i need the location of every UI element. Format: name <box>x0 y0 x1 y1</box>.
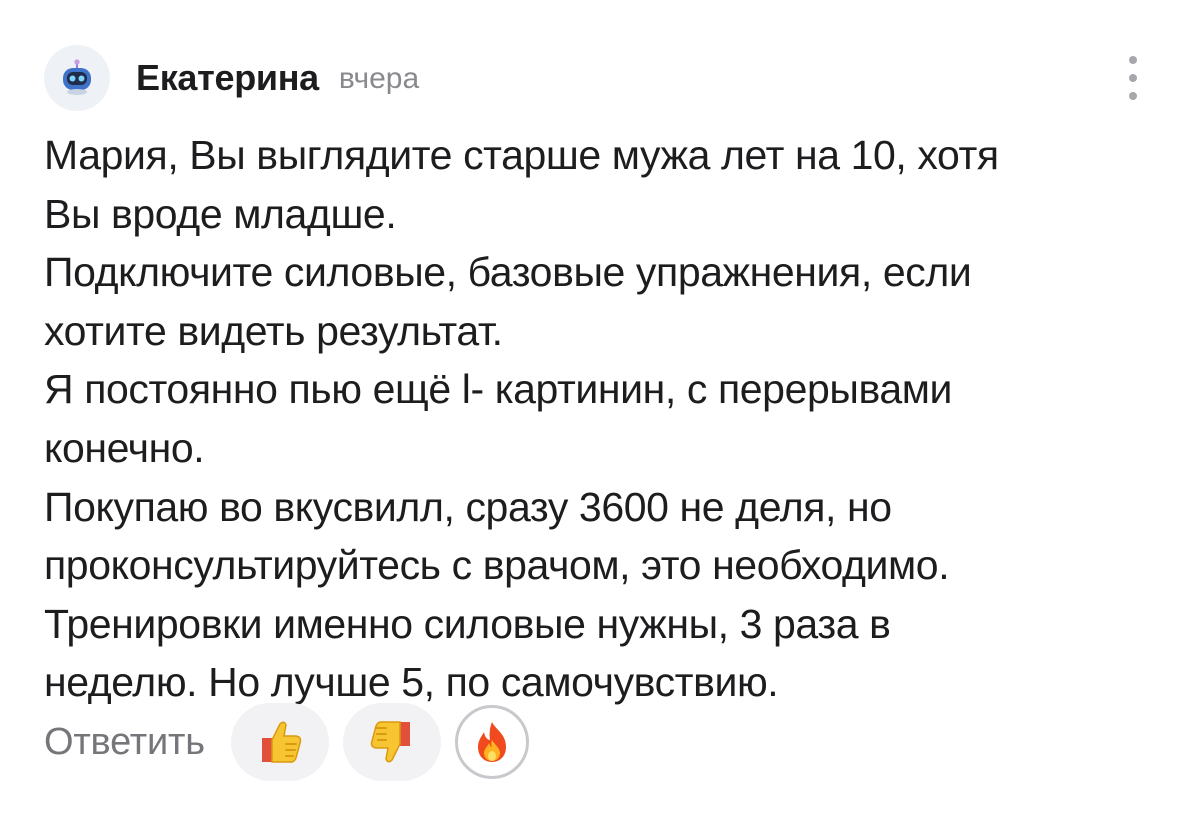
avatar[interactable] <box>44 45 110 111</box>
comment-actions: Ответить <box>44 700 543 784</box>
fire-reaction-button[interactable] <box>454 705 529 779</box>
more-options-button[interactable] <box>1116 56 1150 100</box>
robot-icon <box>63 59 91 95</box>
reply-button[interactable]: Ответить <box>44 721 205 764</box>
comment-text-line: хотите видеть результат. <box>44 307 503 354</box>
more-vertical-icon <box>1129 92 1137 100</box>
thumbs-down-icon <box>370 721 410 763</box>
fire-icon <box>477 722 506 762</box>
comment-text-line: Вы вроде младше. <box>44 190 397 237</box>
comment-text-line: Подключите силовые, базовые упражнения, … <box>44 249 972 296</box>
comment-text-line: Мария, Вы выглядите старше мужа лет на 1… <box>44 132 999 178</box>
comment-time: вчера <box>338 62 420 95</box>
like-reaction-button[interactable] <box>230 703 329 781</box>
comment-header: Екатерина вчера <box>44 44 419 112</box>
comment-text-line: Я постоянно пью ещё l- картинин, с перер… <box>44 366 953 413</box>
comment-text-line: конечно. <box>44 424 205 471</box>
comment-text-line: Тренировки именно силовые нужны, 3 раза … <box>44 600 891 647</box>
comment-card: Екатерина вчера Мария, Вы выглядите стар… <box>0 0 1200 837</box>
author-name[interactable]: Екатерина <box>136 57 319 99</box>
thumbs-up-icon <box>261 721 302 763</box>
more-vertical-icon <box>1129 56 1137 64</box>
comment-text-line: проконсультируйтесь с врачом, это необхо… <box>44 542 950 589</box>
more-vertical-icon <box>1129 74 1137 82</box>
comment-text-line: Покупаю во вкусвилл, сразу 3600 не деля,… <box>44 483 892 530</box>
comment-text: Мария, Вы выглядите старше мужа лет на 1… <box>44 126 1154 712</box>
dislike-reaction-button[interactable] <box>342 703 441 781</box>
